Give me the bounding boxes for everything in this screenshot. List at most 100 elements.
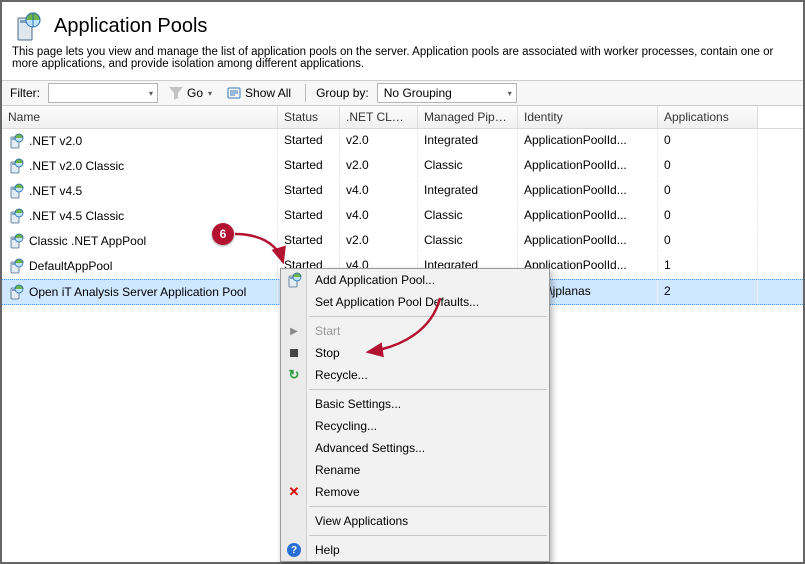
cell-name: .NET v4.5 Classic: [29, 209, 124, 223]
app-pool-icon: [8, 183, 24, 199]
page-title: Application Pools: [54, 15, 207, 38]
col-header-clr[interactable]: .NET CLR V...: [340, 106, 418, 128]
cell-name: Classic .NET AppPool: [29, 234, 146, 248]
cell-status: Started: [278, 154, 340, 178]
cell-pipe: Integrated: [418, 179, 518, 203]
show-all-icon: [226, 85, 242, 101]
cell-status: Started: [278, 179, 340, 203]
filter-label: Filter:: [10, 86, 40, 100]
cell-clr: v2.0: [340, 129, 418, 153]
table-row[interactable]: Classic .NET AppPool Startedv2.0ClassicAp…: [2, 229, 803, 254]
cell-identity: ApplicationPoolId...: [518, 154, 658, 178]
menu-item-label: Set Application Pool Defaults...: [315, 295, 479, 309]
app-pool-icon: [8, 133, 24, 149]
menu-item-label: Rename: [315, 463, 360, 477]
menu-item-rename[interactable]: Rename: [281, 459, 549, 481]
app-pools-header-icon: [12, 10, 44, 42]
menu-item-set-application-pool-defaults[interactable]: Set Application Pool Defaults...: [281, 291, 549, 313]
menu-item-label: Remove: [315, 485, 360, 499]
cell-pipe: Integrated: [418, 129, 518, 153]
chevron-down-icon: ▾: [508, 89, 512, 98]
cell-name: .NET v2.0: [29, 134, 82, 148]
cell-identity: ApplicationPoolId...: [518, 179, 658, 203]
cell-apps: 0: [658, 154, 758, 178]
cell-apps: 0: [658, 229, 758, 253]
cell-status: Started: [278, 229, 340, 253]
menu-item-recycle[interactable]: ↻ Recycle...: [281, 364, 549, 386]
cell-pipe: Classic: [418, 204, 518, 228]
remove-icon: ✕: [286, 484, 302, 500]
recycle-icon: ↻: [286, 367, 302, 383]
filter-toolbar: Filter: ▾ Go ▾ Show All Group by: No Gro…: [2, 80, 803, 106]
menu-item-recycling[interactable]: Recycling...: [281, 415, 549, 437]
chevron-down-icon: ▾: [149, 89, 153, 98]
table-row[interactable]: .NET v4.5 Classic Startedv4.0ClassicAppli…: [2, 204, 803, 229]
menu-item-start: ▶ Start: [281, 320, 549, 342]
cell-pipe: Classic: [418, 229, 518, 253]
go-button[interactable]: Go ▾: [164, 84, 216, 102]
group-by-select[interactable]: No Grouping ▾: [377, 83, 517, 103]
menu-item-view-applications[interactable]: View Applications: [281, 510, 549, 532]
show-all-button[interactable]: Show All: [222, 84, 295, 102]
menu-item-advanced-settings[interactable]: Advanced Settings...: [281, 437, 549, 459]
page-description: This page lets you view and manage the l…: [2, 46, 803, 80]
menu-item-label: Basic Settings...: [315, 397, 401, 411]
cell-apps: 2: [658, 280, 758, 304]
col-header-pipe[interactable]: Managed Pipel...: [418, 106, 518, 128]
cell-name: DefaultAppPool: [29, 259, 112, 273]
page-header: Application Pools: [2, 2, 803, 46]
col-header-name[interactable]: Name: [2, 106, 278, 128]
menu-item-basic-settings[interactable]: Basic Settings...: [281, 393, 549, 415]
menu-item-label: Stop: [315, 346, 340, 360]
annotation-badge-6: 6: [212, 223, 234, 245]
menu-item-label: Start: [315, 324, 340, 338]
cell-identity: ApplicationPoolId...: [518, 204, 658, 228]
menu-item-label: Advanced Settings...: [315, 441, 425, 455]
menu-item-help[interactable]: ? Help: [281, 539, 549, 561]
col-header-ident[interactable]: Identity: [518, 106, 658, 128]
chevron-down-icon: ▾: [208, 89, 212, 98]
app-pool-icon: [8, 233, 24, 249]
menu-item-label: View Applications: [315, 514, 408, 528]
cell-clr: v2.0: [340, 229, 418, 253]
help-icon: ?: [286, 542, 302, 558]
cell-name: Open iT Analysis Server Application Pool: [29, 285, 246, 299]
add-pool-icon: [286, 272, 302, 288]
menu-item-label: Recycle...: [315, 368, 368, 382]
table-row[interactable]: .NET v2.0 Startedv2.0IntegratedApplicatio…: [2, 129, 803, 154]
cell-identity: ApplicationPoolId...: [518, 129, 658, 153]
col-header-status[interactable]: Status: [278, 106, 340, 128]
grid-header-row: Name Status .NET CLR V... Managed Pipel.…: [2, 106, 803, 129]
cell-clr: v4.0: [340, 204, 418, 228]
cell-status: Started: [278, 129, 340, 153]
cell-name: .NET v2.0 Classic: [29, 159, 124, 173]
cell-status: Started: [278, 204, 340, 228]
col-header-apps[interactable]: Applications: [658, 106, 758, 128]
group-by-label: Group by:: [316, 86, 369, 100]
table-row[interactable]: .NET v4.5Startedv4.0IntegratedApplicatio…: [2, 179, 803, 204]
menu-item-label: Help: [315, 543, 340, 557]
menu-item-remove[interactable]: ✕ Remove: [281, 481, 549, 503]
cell-clr: v4.0: [340, 179, 418, 203]
cell-clr: v2.0: [340, 154, 418, 178]
app-pool-icon: [8, 258, 24, 274]
menu-item-label: Recycling...: [315, 419, 377, 433]
play-icon: ▶: [286, 323, 302, 339]
app-pool-icon: [8, 284, 24, 300]
funnel-icon: [168, 85, 184, 101]
cell-pipe: Classic: [418, 154, 518, 178]
context-menu: Add Application Pool... Set Application P…: [280, 268, 550, 562]
filter-input[interactable]: ▾: [48, 83, 158, 103]
menu-item-stop[interactable]: Stop: [281, 342, 549, 364]
menu-item-add-application-pool[interactable]: Add Application Pool...: [281, 269, 549, 291]
cell-apps: 0: [658, 129, 758, 153]
cell-apps: 1: [658, 254, 758, 278]
cell-apps: 0: [658, 204, 758, 228]
stop-icon: [286, 345, 302, 361]
cell-identity: ApplicationPoolId...: [518, 229, 658, 253]
cell-apps: 0: [658, 179, 758, 203]
app-pool-icon: [8, 158, 24, 174]
table-row[interactable]: .NET v2.0 Classic Startedv2.0ClassicAppli…: [2, 154, 803, 179]
app-pool-icon: [8, 208, 24, 224]
menu-item-label: Add Application Pool...: [315, 273, 435, 287]
